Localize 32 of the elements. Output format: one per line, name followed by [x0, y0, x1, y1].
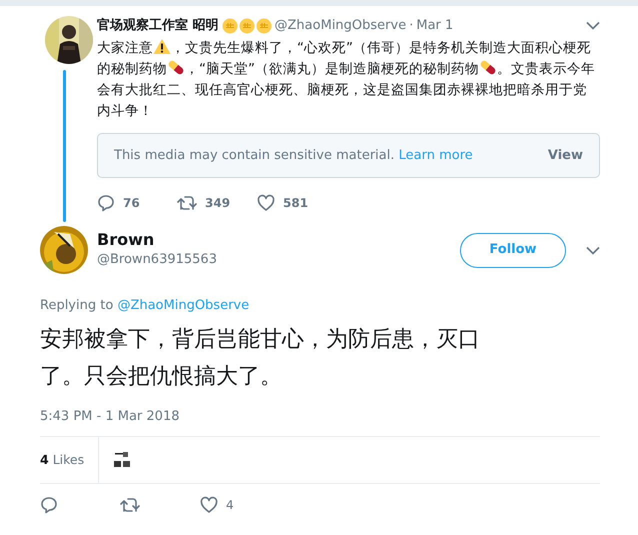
reply-count: 76: [123, 195, 140, 212]
heart-icon[interactable]: [200, 496, 218, 514]
heart-icon[interactable]: [257, 194, 275, 212]
retweet-icon[interactable]: [177, 194, 197, 212]
author-name[interactable]: 官场观察工作室 昭明: [97, 16, 219, 36]
author-handle[interactable]: @ZhaoMingObserve: [274, 16, 406, 36]
chevron-down-icon[interactable]: [586, 246, 600, 254]
reply-icon[interactable]: [40, 496, 58, 514]
author-name[interactable]: Brown: [97, 230, 460, 250]
like-count: 4: [226, 497, 234, 514]
like-count: 581: [283, 195, 308, 212]
tweet-date[interactable]: Mar 1: [416, 16, 454, 36]
replying-label: Replying to: [40, 298, 114, 313]
media-warning-text: This media may contain sensitive material. Learn more: [114, 146, 473, 164]
learn-more-link[interactable]: Learn more: [398, 148, 473, 162]
warning-icon: [153, 38, 171, 54]
follow-button[interactable]: Follow: [460, 232, 566, 268]
likes-label[interactable]: Likes: [52, 450, 84, 470]
retweet-icon[interactable]: [120, 496, 140, 514]
separator: ·: [409, 17, 414, 35]
replying-handle-link[interactable]: @ZhaoMingObserve: [117, 298, 250, 313]
tweet-text: 安邦被拿下，背后岂能甘心，为防后患，灭口了。只会把仇恨搞大了。: [40, 326, 481, 390]
author-handle[interactable]: @Brown63915563: [97, 250, 460, 270]
chevron-down-icon[interactable]: [586, 21, 600, 30]
tweet-timestamp: 5:43 PM - 1 Mar 2018: [40, 406, 600, 437]
view-button[interactable]: View: [548, 146, 583, 165]
pill-icon: [479, 58, 497, 76]
tweet-text: 大家注意 ，文贵先生爆料了，“心欢死”（伟哥）是特务机关制造大面积心梗死的秘制药物 ，“脑天堂”（欲满丸）是制造脑梗死的秘制药物 。文贵表示今年会有大批红二、现任高官心梗死、脑梗死，这是盗国集团赤裸裸地把暗杀用于党内斗争！: [97, 38, 596, 120]
reply-icon[interactable]: [97, 194, 115, 212]
pill-icon: [167, 58, 185, 76]
retweet-count: 349: [205, 195, 230, 212]
likes-count[interactable]: 4: [40, 450, 49, 470]
